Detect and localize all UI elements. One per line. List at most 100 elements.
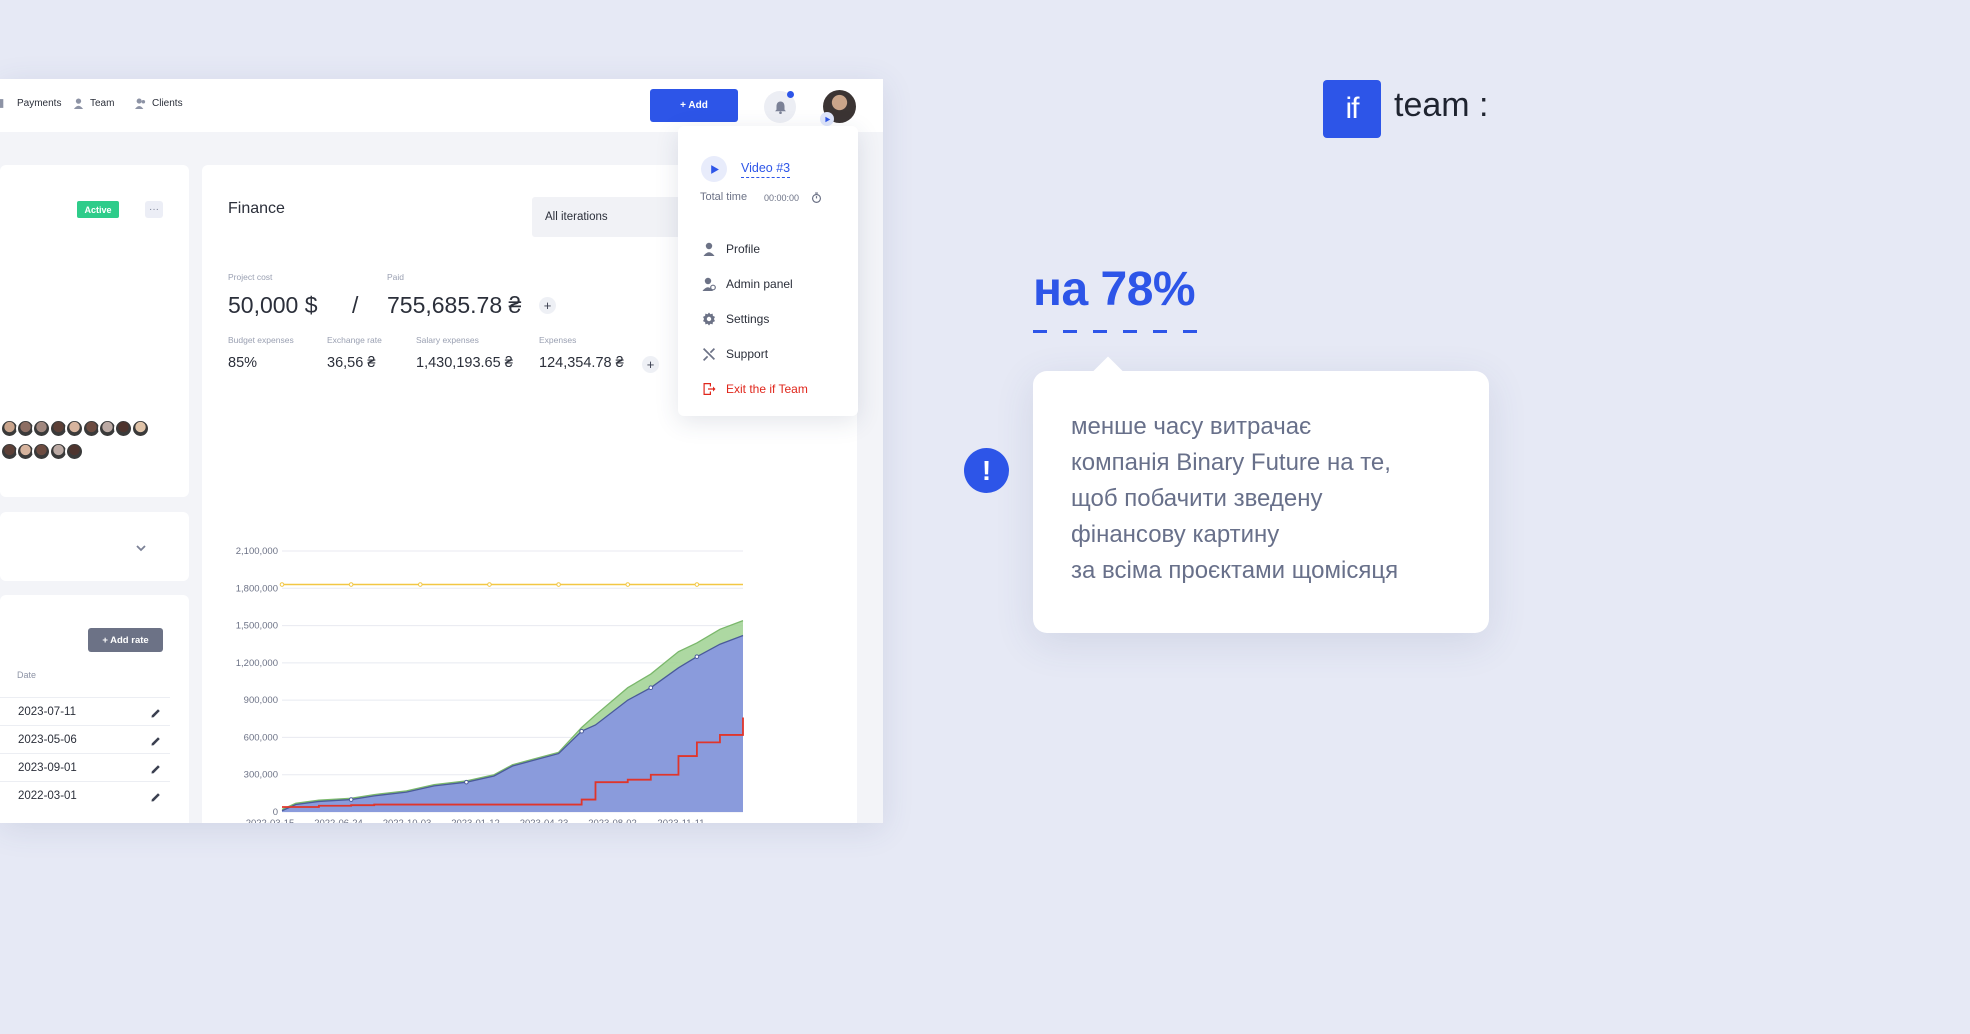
avatar-play-badge [820,112,834,126]
gear-icon [703,312,715,326]
callout-line: фінансову картину [1071,521,1280,548]
budget-expenses-value: 85% [228,355,258,371]
y-tick-label: 300,000 [244,770,278,781]
x-tick-label: 2023-11-11 [657,818,704,823]
promo-headline: на 78% [1033,263,1196,316]
table-row: 2023-05-06 [0,725,170,753]
team-member-avatar[interactable] [131,419,150,438]
y-tick-label: 1,500,000 [236,621,278,632]
status-badge: Active [77,201,119,218]
nav-payments[interactable]: Payments [0,98,61,109]
paid-value: 755,685.78 ₴ [387,292,522,318]
rate-date: 2023-07-11 [18,706,76,718]
data-point [487,582,492,587]
iterations-select[interactable]: All iterations [532,197,692,237]
callout-line: компанія Binary Future на те, [1071,449,1391,476]
data-point [648,685,654,691]
admin-user-icon [702,277,716,291]
add-expense-button[interactable]: + [642,356,659,373]
menu-item-support[interactable]: Support [702,347,768,361]
x-tick-label: 2023-01-12 [451,818,500,823]
chevron-down-icon[interactable] [135,541,147,553]
exchange-rate-value: 36,56 ₴ [327,355,376,371]
menu-item-label: Admin panel [726,277,793,291]
total-time-value: 00:00:00 [764,193,800,203]
paid-label: Paid [387,272,405,282]
logo-wordmark: team : [1394,86,1489,124]
more-options-button[interactable]: ··· [145,201,163,218]
salary-expenses-label: Salary expenses [416,335,479,345]
nav-team-label: Team [90,98,115,109]
nav-clients-label: Clients [152,98,183,109]
app-window: Payments Team Clients + Add Active ··· +… [0,79,883,823]
data-point [625,582,631,587]
value-separator: / [352,292,359,318]
user-icon [703,242,715,256]
menu-item-exit[interactable]: Exit the if Team [702,382,808,396]
add-rate-button[interactable]: + Add rate [88,628,163,652]
payments-icon [0,99,4,108]
data-point [348,797,354,802]
data-point [348,582,354,587]
x-tick-label: 2022-10-03 [383,818,432,823]
add-payment-button[interactable]: + [539,297,556,314]
data-point [579,728,584,734]
menu-item-label: Settings [726,312,770,326]
rate-date: 2023-09-01 [18,762,77,774]
pencil-icon[interactable] [151,736,161,746]
expenses-value: 124,354.78 ₴ [539,355,624,371]
callout-line: менше часу витрачає [1071,413,1312,440]
expenses-label: Expenses [539,335,577,345]
y-tick-label: 2,100,000 [236,546,278,557]
date-column-header: Date [17,670,37,680]
menu-item-label: Exit the if Team [726,382,808,396]
exit-icon [703,383,716,395]
menu-item-profile[interactable]: Profile [702,242,760,256]
pencil-icon[interactable] [151,792,161,802]
finance-chart: 2,100,000 1,800,000 1,500,000 1,200,000 900,… [236,546,744,823]
nav-team[interactable]: Team [73,98,114,109]
project-cost-value: 50,000 $ [228,292,318,318]
rate-date: 2022-03-01 [18,790,77,802]
menu-item-label: Profile [726,242,761,256]
menu-item-label: Support [726,347,769,361]
callout-line: за всіма проєктами щомісяця [1071,557,1399,584]
play-icon [824,116,830,122]
users-icon [135,98,146,109]
if-logo: if [1323,80,1381,138]
nav-payments-label: Payments [17,98,62,109]
video-play-button[interactable] [701,156,727,182]
data-point [279,582,285,587]
data-point [694,582,700,587]
menu-item-admin-panel[interactable]: Admin panel [702,277,793,291]
budget-expenses-label: Budget expenses [228,335,294,345]
profile-dropdown: Video #3 Total time 00:00:00 Profile Adm… [678,126,858,416]
callout-line: щоб побачити зведену [1071,485,1323,512]
user-icon [73,98,84,109]
project-cost-label: Project cost [228,272,273,282]
exchange-rate-label: Exchange rate [327,335,382,345]
rates-card: + Add rate Date 2023-07-11 2023-05-06 20… [0,595,189,823]
project-card: Active ··· [0,165,189,497]
bell-icon [774,101,786,114]
team-member-avatar[interactable] [65,442,84,461]
rate-date: 2023-05-06 [18,734,77,746]
salary-expenses-value: 1,430,193.65 ₴ [416,355,513,371]
table-row: 2022-03-01 [0,781,170,809]
finance-title: Finance [228,200,285,217]
add-button[interactable]: + Add [650,89,738,122]
collapsible-section[interactable] [0,512,189,581]
y-tick-label: 600,000 [244,732,278,743]
play-icon [710,164,719,174]
x-tick-label: 2022-03-15 [246,818,295,823]
pencil-icon[interactable] [151,708,161,718]
data-point [464,779,469,785]
nav-clients[interactable]: Clients [135,98,183,109]
menu-item-settings[interactable]: Settings [702,312,769,326]
callout-text: менше часу витрачає компанія Binary Futu… [1071,409,1471,589]
video-link[interactable]: Video #3 [741,161,791,178]
x-tick-label: 2023-08-02 [588,818,637,823]
exclamation-icon: ! [964,448,1009,493]
pencil-icon[interactable] [151,764,161,774]
y-tick-label: 1,200,000 [236,658,278,669]
